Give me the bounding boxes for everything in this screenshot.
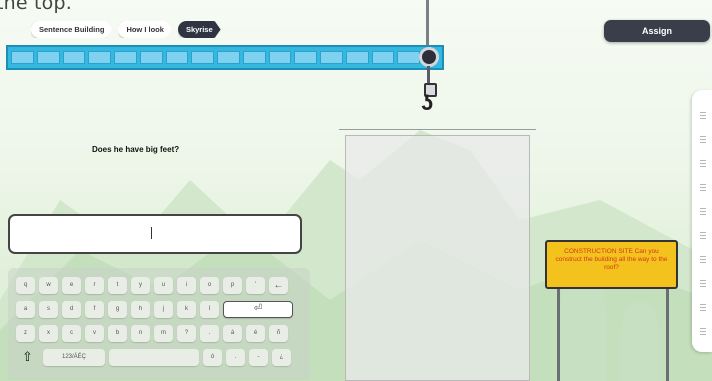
mode-switch-key[interactable]: 123/ÁÉÇ bbox=[43, 349, 105, 366]
shift-key-icon[interactable]: ⇧ bbox=[16, 349, 39, 366]
key-m[interactable]: m bbox=[154, 325, 173, 342]
grip-icon bbox=[700, 328, 706, 335]
key-s[interactable]: s bbox=[39, 301, 58, 318]
key-a-acute[interactable]: á bbox=[223, 325, 242, 342]
key-n-tilde[interactable]: ñ bbox=[269, 325, 288, 342]
grip-icon bbox=[700, 208, 706, 215]
key-z[interactable]: z bbox=[16, 325, 35, 342]
space-key[interactable] bbox=[109, 349, 199, 366]
sign-post-left bbox=[557, 289, 560, 381]
key-h[interactable]: h bbox=[131, 301, 150, 318]
game-scene: the top. Sentence Building How I look Sk… bbox=[0, 0, 712, 381]
key-y[interactable]: y bbox=[131, 277, 150, 294]
level-progress-sidebar[interactable] bbox=[692, 90, 712, 352]
breadcrumb: Sentence Building How I look Skyrise bbox=[31, 21, 221, 38]
crane-arm bbox=[6, 45, 444, 70]
grip-icon bbox=[700, 304, 706, 311]
key-k[interactable]: k bbox=[177, 301, 196, 318]
backspace-key[interactable]: ← bbox=[269, 277, 288, 294]
key-v[interactable]: v bbox=[85, 325, 104, 342]
key-a[interactable]: a bbox=[16, 301, 35, 318]
key-e-acute[interactable]: é bbox=[246, 325, 265, 342]
key-j[interactable]: j bbox=[154, 301, 173, 318]
sign-post-right bbox=[666, 289, 669, 381]
key-g[interactable]: g bbox=[108, 301, 127, 318]
key-r[interactable]: r bbox=[85, 277, 104, 294]
key-n[interactable]: n bbox=[131, 325, 150, 342]
key-q[interactable]: q bbox=[16, 277, 35, 294]
answer-input[interactable] bbox=[8, 214, 302, 254]
crane-mast bbox=[426, 0, 429, 46]
key-o-acute[interactable]: ó bbox=[203, 349, 222, 366]
construction-sign: CONSTRUCTION SITE Can you construct the … bbox=[545, 240, 678, 289]
question-text: Does he have big feet? bbox=[92, 145, 180, 154]
key-u[interactable]: u bbox=[154, 277, 173, 294]
assign-button[interactable]: Assign bbox=[604, 20, 710, 42]
crane-hook-icon: ʖ bbox=[421, 90, 434, 115]
on-screen-keyboard: q w e r t y u i o p ' ← a s d f g h j k … bbox=[8, 268, 310, 380]
tree bbox=[620, 301, 660, 381]
grip-icon bbox=[700, 256, 706, 263]
crane-cable bbox=[427, 66, 430, 84]
grip-icon bbox=[700, 232, 706, 239]
key-c[interactable]: c bbox=[62, 325, 81, 342]
key-dot[interactable]: . bbox=[226, 349, 245, 366]
crane-pulley-icon bbox=[419, 47, 439, 67]
grip-icon bbox=[700, 184, 706, 191]
text-cursor bbox=[151, 227, 152, 239]
breadcrumb-skyrise[interactable]: Skyrise bbox=[178, 21, 221, 38]
key-t[interactable]: t bbox=[108, 277, 127, 294]
grip-icon bbox=[700, 160, 706, 167]
grip-icon bbox=[700, 136, 706, 143]
key-w[interactable]: w bbox=[39, 277, 58, 294]
key-period[interactable]: . bbox=[200, 325, 219, 342]
key-inverted-question[interactable]: ¿ bbox=[272, 349, 291, 366]
key-i[interactable]: i bbox=[177, 277, 196, 294]
key-p[interactable]: p bbox=[223, 277, 242, 294]
key-e[interactable]: e bbox=[62, 277, 81, 294]
breadcrumb-sentence-building[interactable]: Sentence Building bbox=[31, 21, 112, 38]
key-question-mark[interactable]: ? bbox=[177, 325, 196, 342]
key-b[interactable]: b bbox=[108, 325, 127, 342]
enter-key[interactable]: ⏎ bbox=[223, 301, 293, 318]
breadcrumb-how-i-look[interactable]: How I look bbox=[118, 21, 172, 38]
key-x[interactable]: x bbox=[39, 325, 58, 342]
key-o[interactable]: o bbox=[200, 277, 219, 294]
key-hyphen[interactable]: - bbox=[249, 349, 268, 366]
key-f[interactable]: f bbox=[85, 301, 104, 318]
key-apostrophe[interactable]: ' bbox=[246, 277, 265, 294]
key-l[interactable]: l bbox=[200, 301, 219, 318]
grip-icon bbox=[700, 112, 706, 119]
grip-icon bbox=[700, 280, 706, 287]
skyrise-building bbox=[345, 135, 530, 381]
key-d[interactable]: d bbox=[62, 301, 81, 318]
